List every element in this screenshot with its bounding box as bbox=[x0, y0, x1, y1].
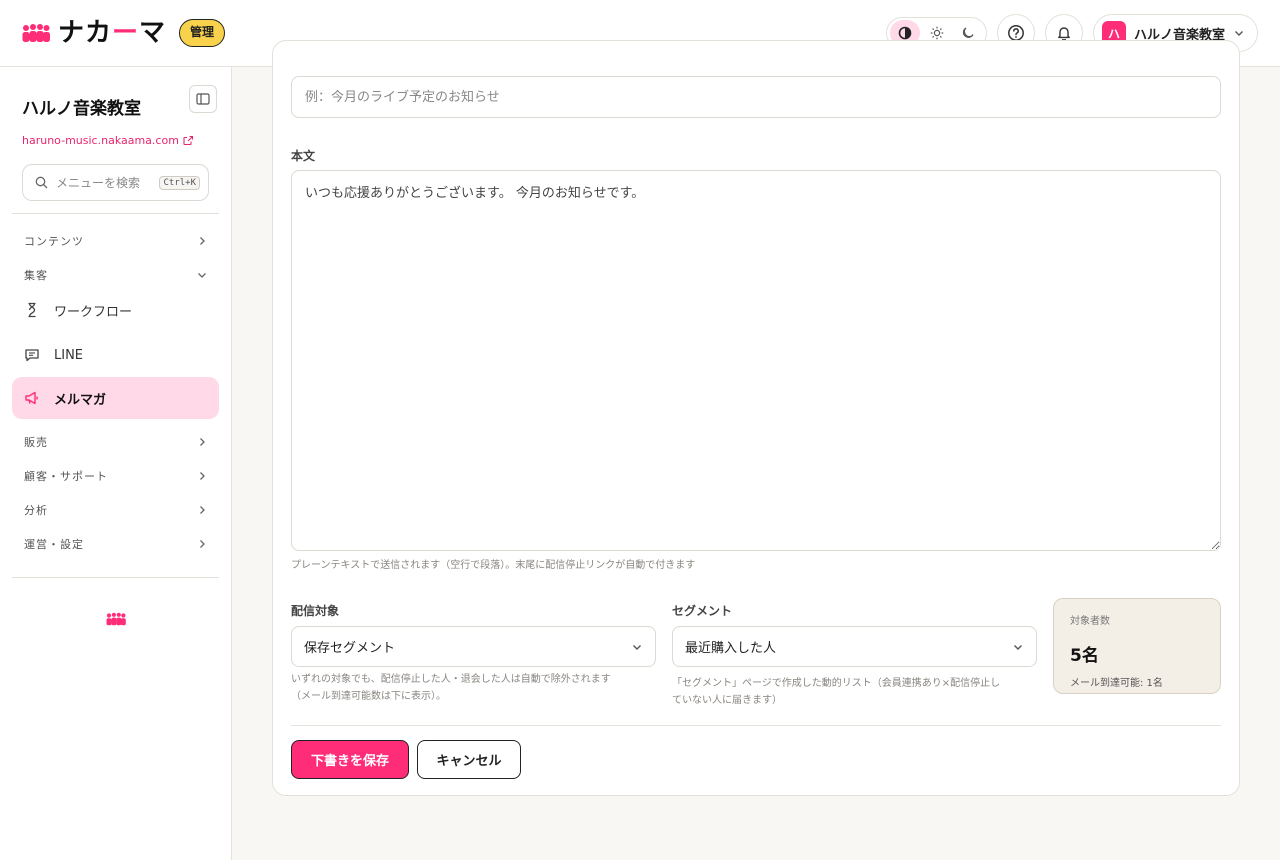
body-hint: プレーンテキストで送信されます（空行で段落）。末尾に配信停止リンクが自動で付きま… bbox=[291, 560, 696, 571]
cancel-button[interactable]: キャンセル bbox=[417, 740, 521, 779]
chevron-down-icon bbox=[633, 644, 641, 650]
sidebar: ハルノ音楽教室 haruno-music.nakaama.com Ctrl+K … bbox=[0, 67, 232, 860]
sidebar-item-newsletter[interactable]: メルマガ bbox=[12, 377, 219, 419]
site-url-link[interactable]: haruno-music.nakaama.com bbox=[22, 134, 194, 147]
sidebar-item-label: メルマガ bbox=[54, 392, 107, 408]
chevron-right-icon bbox=[200, 438, 205, 446]
chevron-right-icon bbox=[200, 540, 205, 548]
moon-icon bbox=[963, 27, 974, 38]
nav-section-label: 顧客・サポート bbox=[24, 470, 108, 483]
nav-section-analytics[interactable]: 分析 bbox=[12, 497, 219, 523]
site-title: ハルノ音楽教室 bbox=[22, 99, 141, 119]
nav-section-contents[interactable]: コンテンツ bbox=[12, 228, 219, 254]
target-label: 配信対象 bbox=[291, 604, 340, 618]
target-select[interactable]: 保存セグメント bbox=[291, 626, 656, 667]
chevron-down-icon bbox=[1014, 644, 1022, 650]
search-icon bbox=[35, 176, 48, 189]
nav-section-customer-support[interactable]: 顧客・サポート bbox=[12, 463, 219, 489]
chat-icon bbox=[25, 349, 39, 362]
segment-hint-line: ていない人に届きます） bbox=[672, 695, 782, 706]
nav-section-marketing[interactable]: 集客 bbox=[12, 262, 219, 288]
reachable-count: メール到達可能: 1名 bbox=[1070, 678, 1163, 689]
target-select-value: 保存セグメント bbox=[304, 641, 396, 656]
body-label: 本文 bbox=[291, 149, 316, 163]
sidebar-item-workflow[interactable]: ワークフロー bbox=[12, 289, 219, 331]
segment-label: セグメント bbox=[672, 604, 733, 618]
save-draft-button[interactable]: 下書きを保存 bbox=[291, 740, 409, 779]
megaphone-icon bbox=[25, 391, 38, 405]
people-logo-icon bbox=[22, 24, 50, 42]
chevron-right-icon bbox=[200, 472, 205, 480]
contrast-icon bbox=[898, 26, 912, 40]
chevron-down-icon bbox=[1235, 31, 1244, 36]
chevron-right-icon bbox=[200, 506, 205, 514]
external-link-icon bbox=[183, 135, 193, 146]
chevron-right-icon bbox=[200, 237, 205, 245]
chevron-down-icon bbox=[198, 273, 206, 278]
recipient-count-value: 5名 bbox=[1070, 646, 1099, 666]
nav-section-label: 集客 bbox=[24, 269, 48, 282]
people-logo-icon bbox=[106, 612, 126, 626]
recipient-count-box: 対象者数 5名 メール到達可能: 1名 bbox=[1053, 598, 1221, 694]
bell-icon bbox=[1058, 27, 1070, 41]
target-hint-line: （メール到達可能数は下に表示）。 bbox=[291, 691, 446, 702]
menu-search-input[interactable] bbox=[56, 175, 144, 190]
sidebar-divider bbox=[12, 213, 219, 214]
brand-logo-link[interactable]: ナカーマ bbox=[22, 18, 166, 48]
sidebar-item-label: ワークフロー bbox=[54, 304, 133, 320]
form-divider bbox=[291, 725, 1221, 726]
target-hint: いずれの対象でも、配信停止した人・退会した人は自動で除外されます （メール到達可… bbox=[291, 671, 611, 705]
nav-section-label: 運営・設定 bbox=[24, 538, 84, 551]
sidebar-item-line[interactable]: LINE bbox=[12, 334, 219, 376]
nav-section-label: 分析 bbox=[24, 504, 48, 517]
target-hint-line: いずれの対象でも、配信停止した人・退会した人は自動で除外されます bbox=[291, 674, 611, 685]
recipient-count-label: 対象者数 bbox=[1070, 616, 1110, 627]
segment-select-value: 最近購入した人 bbox=[685, 641, 777, 656]
brand-name: ナカーマ bbox=[58, 18, 167, 48]
body-textarea[interactable]: いつも応援ありがとうございます。 今月のお知らせです。 bbox=[291, 170, 1221, 551]
segment-hint: 「セグメント」ページで作成した動的リスト（会員連携あり×配信停止し ていない人に… bbox=[672, 675, 1000, 709]
nav-section-sales[interactable]: 販売 bbox=[12, 429, 219, 455]
hourglass-icon bbox=[28, 302, 36, 318]
segment-hint-line: 「セグメント」ページで作成した動的リスト（会員連携あり×配信停止し bbox=[672, 678, 1001, 689]
sidebar-item-label: LINE bbox=[54, 347, 84, 363]
admin-badge: 管理 bbox=[179, 19, 226, 47]
sidebar-divider bbox=[12, 577, 219, 578]
subject-input[interactable] bbox=[291, 76, 1221, 118]
nav-section-label: 販売 bbox=[24, 436, 48, 449]
nav-section-operations[interactable]: 運営・設定 bbox=[12, 531, 219, 557]
segment-select[interactable]: 最近購入した人 bbox=[672, 626, 1037, 667]
sidebar-toggle-icon bbox=[196, 93, 210, 105]
collapse-sidebar-button[interactable] bbox=[189, 85, 217, 113]
nav-section-label: コンテンツ bbox=[24, 235, 84, 248]
sun-icon bbox=[930, 26, 943, 40]
search-shortcut-hint: Ctrl+K bbox=[159, 175, 200, 190]
menu-search[interactable]: Ctrl+K bbox=[22, 164, 209, 201]
site-url-text: haruno-music.nakaama.com bbox=[22, 134, 179, 147]
